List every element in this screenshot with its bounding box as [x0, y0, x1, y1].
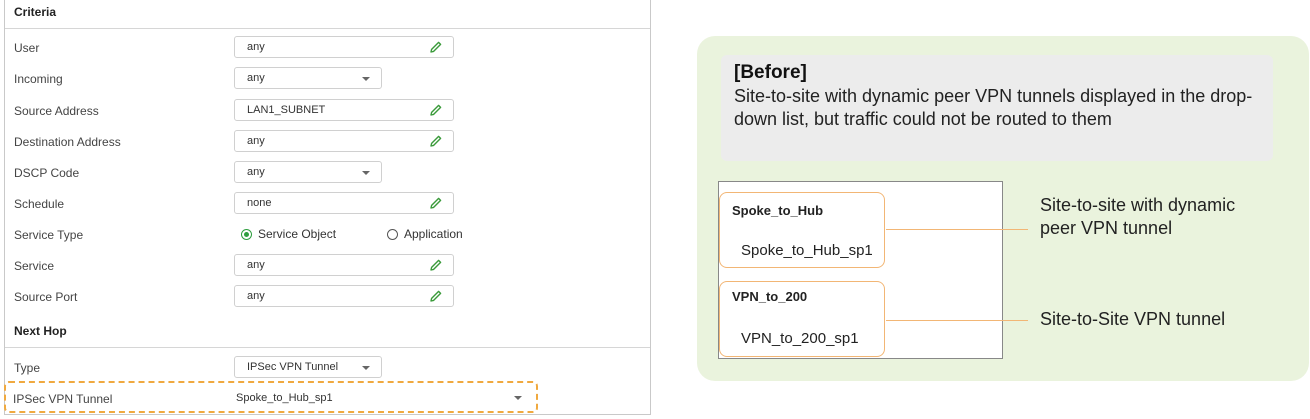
caret-down-icon [362, 77, 370, 81]
radio-service-object-label: Service Object [258, 227, 337, 241]
callout-site-to-site: Site-to-Site VPN tunnel [1040, 309, 1226, 329]
source-port-value: any [247, 290, 265, 302]
service-label: Service [14, 259, 55, 273]
before-title: [Before] [734, 62, 807, 83]
pencil-icon[interactable] [429, 103, 443, 117]
source-address-value: LAN1_SUBNET [247, 104, 326, 116]
pencil-icon[interactable] [429, 40, 443, 54]
service-value: any [247, 259, 265, 271]
pencil-icon[interactable] [429, 258, 443, 272]
callout-connector [886, 320, 1028, 321]
dscp-code-label: DSCP Code [14, 166, 80, 180]
caret-down-icon [514, 396, 522, 400]
type-select[interactable]: IPSec VPN Tunnel [234, 356, 382, 378]
policy-route-form: Criteria User any Incoming any Source Ad… [4, 0, 651, 415]
tunnel-group-vpn-to-200: VPN_to_200 VPN_to_200_sp1 [719, 281, 885, 357]
destination-address-label: Destination Address [14, 135, 121, 149]
pencil-icon[interactable] [429, 134, 443, 148]
schedule-label: Schedule [14, 197, 65, 211]
service-field[interactable]: any [234, 254, 454, 276]
type-label: Type [14, 361, 41, 375]
divider [5, 28, 650, 29]
group-title: Spoke_to_Hub [732, 203, 824, 218]
user-field[interactable]: any [234, 36, 454, 58]
callout-dynamic-peer: Site-to-site with dynamic peer VPN tunne… [1040, 195, 1236, 238]
incoming-value: any [247, 72, 265, 84]
schedule-value: none [247, 197, 272, 209]
tunnel-group-spoke-to-hub: Spoke_to_Hub Spoke_to_Hub_sp1 [719, 192, 885, 268]
dscp-code-select[interactable]: any [234, 161, 382, 183]
ipsec-tunnel-label: IPSec VPN Tunnel [13, 392, 113, 406]
radio-unselected-icon [387, 228, 398, 240]
radio-application[interactable]: Application [387, 227, 463, 241]
pencil-icon[interactable] [429, 289, 443, 303]
ipsec-tunnel-select[interactable]: Spoke_to_Hub_sp1 [229, 388, 532, 408]
radio-selected-icon [241, 228, 252, 240]
caret-down-icon [362, 366, 370, 370]
radio-application-label: Application [404, 227, 463, 241]
ipsec-tunnel-value: Spoke_to_Hub_sp1 [236, 392, 333, 404]
incoming-label: Incoming [14, 72, 63, 86]
destination-address-field[interactable]: any [234, 130, 454, 152]
source-address-label: Source Address [14, 104, 99, 118]
schedule-field[interactable]: none [234, 192, 454, 214]
group-item: VPN_to_200_sp1 [741, 330, 859, 347]
service-type-label: Service Type [14, 228, 84, 242]
source-port-label: Source Port [14, 290, 78, 304]
caret-down-icon [362, 171, 370, 175]
destination-address-value: any [247, 135, 265, 147]
before-description: Site-to-site with dynamic peer VPN tunne… [734, 86, 1253, 129]
before-note: [Before] Site-to-site with dynamic peer … [721, 55, 1273, 161]
source-address-field[interactable]: LAN1_SUBNET [234, 99, 454, 121]
next-hop-header: Next Hop [14, 324, 67, 338]
source-port-field[interactable]: any [234, 285, 454, 307]
group-item: Spoke_to_Hub_sp1 [741, 242, 873, 259]
callout-connector [886, 229, 1028, 230]
pencil-icon[interactable] [429, 196, 443, 210]
criteria-header: Criteria [14, 5, 57, 19]
group-title: VPN_to_200 [732, 289, 808, 304]
dscp-code-value: any [247, 166, 265, 178]
radio-service-object[interactable]: Service Object [241, 227, 336, 241]
divider [5, 347, 650, 348]
type-value: IPSec VPN Tunnel [247, 361, 339, 373]
user-value: any [247, 41, 265, 53]
incoming-select[interactable]: any [234, 67, 382, 89]
user-label: User [14, 41, 40, 55]
